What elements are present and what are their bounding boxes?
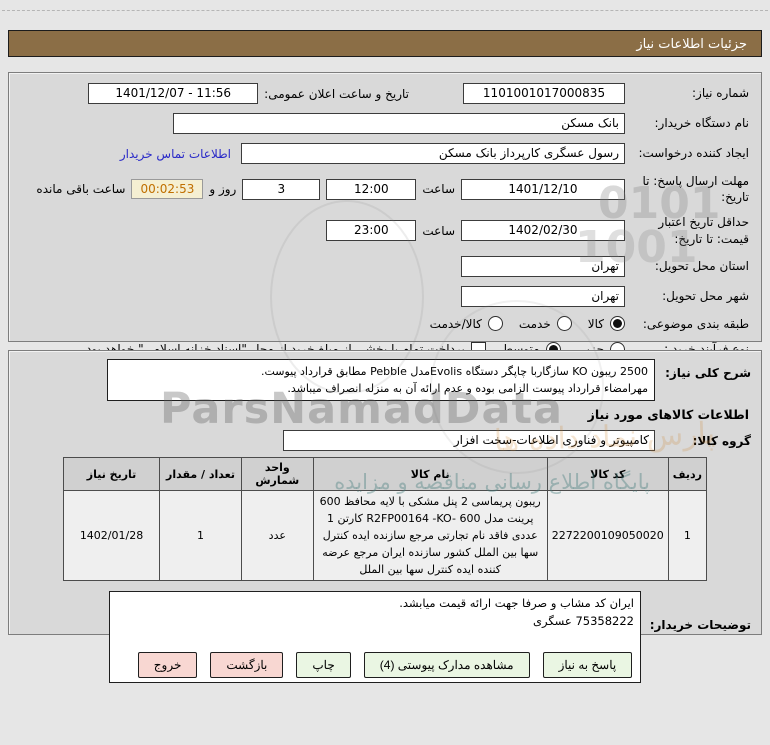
header-quantity: تعداد / مقدار	[159, 457, 242, 492]
back-button[interactable]: بازگشت	[210, 652, 284, 678]
cell-need-date: 1402/01/28	[62, 490, 161, 582]
row-validity: حداقل تاریخ اعتبار قیمت: تا تاریخ: 1402/…	[21, 214, 749, 246]
deadline-hour-label: ساعت	[422, 182, 455, 197]
row-province: استان محل تحویل: تهران	[21, 255, 749, 277]
need-number-label: شماره نیاز:	[692, 86, 749, 101]
header-item-code: کد کالا	[546, 457, 669, 492]
row-deadline: مهلت ارسال پاسخ: تا تاریخ: 1401/12/10 سا…	[21, 173, 749, 205]
cell-row-index: 1	[667, 490, 708, 582]
view-attachments-button[interactable]: مشاهده مدارک پیوستی (4)	[363, 652, 530, 678]
need-info-panel: شماره نیاز: 1101001017000835 تاریخ و ساع…	[8, 72, 762, 357]
exit-button[interactable]: خروج	[137, 652, 198, 678]
header-item-name: نام کالا	[312, 457, 548, 492]
buyer-notes-label: توضیحات خریدار:	[649, 618, 751, 633]
row-category: طبقه بندی موضوعی: کالا خدمت کالا/خدمت	[21, 316, 749, 332]
items-heading: اطلاعات کالاهای مورد نیاز	[587, 407, 749, 423]
need-items-panel: شرح کلی نیاز: 2500 ریبون KO سازگاربا چاپ…	[8, 350, 762, 684]
row-need-number: شماره نیاز: 1101001017000835 تاریخ و ساع…	[21, 83, 749, 104]
header-row-index: ردیف	[667, 457, 708, 492]
city-field[interactable]: تهران	[461, 285, 625, 307]
creator-label: ایجاد کننده درخواست:	[638, 146, 749, 161]
description-label: شرح کلی نیاز:	[665, 366, 751, 380]
radio-service-label: خدمت	[518, 316, 551, 331]
cell-item-name: ریبون پریماسی 2 پنل مشکی با لایه محافظ 6…	[312, 490, 548, 582]
announce-datetime-field[interactable]: 1401/12/07 - 11:56	[88, 83, 259, 104]
radio-goods[interactable]	[610, 316, 625, 332]
validity-label: حداقل تاریخ اعتبار قیمت: تا تاریخ:	[658, 215, 749, 246]
province-field[interactable]: تهران	[461, 255, 625, 277]
cell-quantity: 1	[159, 490, 242, 582]
cell-item-code: 2272200109050020	[546, 490, 669, 582]
deadline-days-field[interactable]: 3	[242, 178, 321, 200]
radio-goods-service-label: کالا/خدمت	[429, 316, 482, 331]
item-group-field[interactable]: کامپیوتر و فناوری اطلاعات-سخت افزار	[283, 430, 655, 452]
radio-goods-service[interactable]	[487, 316, 503, 332]
description-box[interactable]: 2500 ریبون KO سازگاربا چاپگر دستگاه Evol…	[107, 359, 655, 402]
deadline-time-field[interactable]: 12:00	[326, 178, 417, 200]
respond-to-need-button[interactable]: پاسخ به نیاز	[542, 652, 633, 678]
description-line-1: 2500 ریبون KO سازگاربا چاپگر دستگاه Evol…	[260, 365, 648, 378]
buyer-contact-link[interactable]: اطلاعات تماس خریدار	[120, 147, 231, 161]
creator-field[interactable]: رسول عسگری کارپرداز بانک مسکن	[241, 143, 625, 164]
radio-goods-label: کالا	[587, 316, 604, 331]
remaining-hours-label: ساعت باقی مانده	[36, 182, 126, 197]
countdown-timer: 00:02:53	[131, 179, 204, 200]
need-number-field[interactable]: 1101001017000835	[463, 83, 625, 104]
print-button[interactable]: چاپ	[296, 652, 351, 678]
items-table: ردیف کد کالا نام کالا واحد شمارش تعداد /…	[62, 457, 708, 582]
validity-time-field[interactable]: 23:00	[326, 220, 417, 242]
buyer-notes-line-1: ایران کد مشاب و صرفا جهت ارائه قیمت میاب…	[399, 596, 634, 611]
city-label: شهر محل تحویل:	[662, 289, 749, 304]
row-item-group: گروه کالا: کامپیوتر و فناوری اطلاعات-سخت…	[19, 430, 751, 452]
row-creator: ایجاد کننده درخواست: رسول عسگری کارپرداز…	[21, 143, 749, 164]
table-row: 1 2272200109050020 ریبون پریماسی 2 پنل م…	[62, 490, 708, 582]
row-city: شهر محل تحویل: تهران	[21, 285, 749, 307]
deadline-label: مهلت ارسال پاسخ: تا تاریخ:	[642, 174, 749, 205]
top-divider	[2, 10, 768, 11]
province-label: استان محل تحویل:	[654, 259, 749, 274]
category-label: طبقه بندی موضوعی:	[642, 316, 749, 331]
row-description: شرح کلی نیاز: 2500 ریبون KO سازگاربا چاپ…	[19, 359, 751, 402]
item-group-label: گروه کالا:	[692, 433, 751, 448]
announce-label: تاریخ و ساعت اعلان عمومی:	[264, 86, 409, 101]
buyer-name-label: نام دستگاه خریدار:	[654, 116, 750, 131]
header-need-date: تاریخ نیاز	[62, 457, 161, 492]
page-title: جزئیات اطلاعات نیاز	[8, 30, 762, 57]
buyer-notes-line-2: 75358222 عسگری	[532, 613, 634, 628]
buyer-name-field[interactable]: بانک مسکن	[173, 113, 625, 134]
radio-service[interactable]	[556, 316, 572, 332]
days-and-label: روز و	[209, 182, 237, 197]
validity-date-field[interactable]: 1402/02/30	[461, 220, 625, 242]
header-unit: واحد شمارش	[240, 457, 314, 492]
deadline-date-field[interactable]: 1401/12/10	[461, 178, 625, 200]
cell-unit: عدد	[240, 490, 314, 582]
description-line-2: مهرامضاء قرارداد پیوست الزامی بوده و عدم…	[287, 382, 648, 396]
row-buyer-name: نام دستگاه خریدار: بانک مسکن	[21, 113, 749, 134]
action-buttons: پاسخ به نیاز مشاهده مدارک پیوستی (4) چاپ…	[0, 652, 770, 678]
validity-hour-label: ساعت	[422, 223, 455, 238]
items-table-header-row: ردیف کد کالا نام کالا واحد شمارش تعداد /…	[62, 457, 708, 492]
page: جزئیات اطلاعات نیاز شماره نیاز: 11010010…	[0, 0, 770, 745]
